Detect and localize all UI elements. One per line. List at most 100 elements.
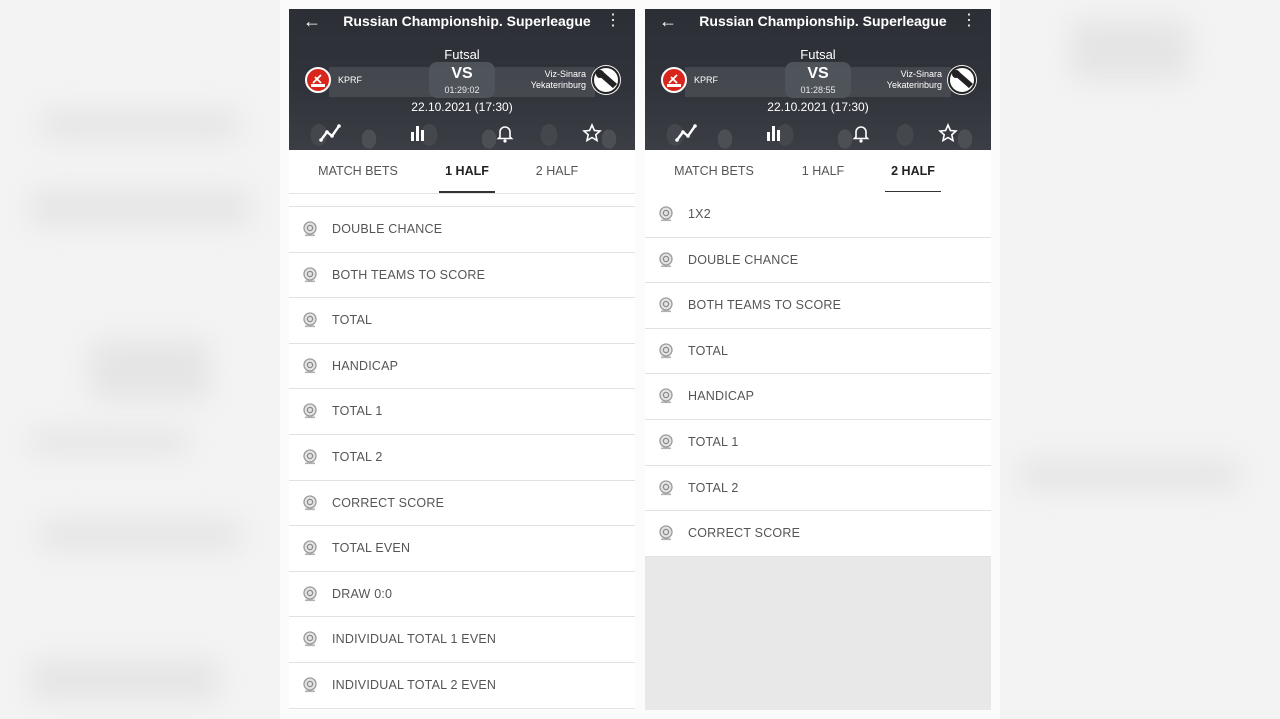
market-pin-icon (658, 434, 674, 450)
market-pin-icon (302, 586, 318, 602)
team2-name-line2: Yekaterinburg (886, 80, 942, 90)
market-row[interactable]: TOTAL 1 (289, 389, 635, 435)
market-pin-icon (658, 388, 674, 404)
team1-name: KPRF (694, 75, 719, 85)
match-date: 22.10.2021 (17:30) (767, 100, 869, 114)
market-row[interactable]: TOTAL EVEN (289, 526, 635, 572)
bell-icon[interactable] (852, 123, 876, 145)
match-date: 22.10.2021 (17:30) (411, 100, 513, 114)
header-actions (645, 122, 991, 145)
match-header: ← Russian Championship. Superleague ⋮ Fu… (289, 9, 635, 150)
page-title: Russian Championship. Superleague (699, 13, 947, 29)
tab-2-half[interactable]: 2 HALF (525, 150, 589, 194)
market-row[interactable]: DOUBLE CHANCE (289, 207, 635, 253)
team2-logo (591, 65, 621, 95)
sport-label: Futsal (444, 47, 480, 62)
team2-name-line2: Yekaterinburg (530, 80, 586, 90)
market-row[interactable]: TOTAL (289, 298, 635, 344)
more-vertical-icon[interactable]: ⋮ (961, 11, 977, 31)
star-icon[interactable] (582, 122, 606, 145)
line-chart-icon[interactable] (319, 123, 343, 145)
market-row[interactable]: TOTAL 2 (645, 465, 991, 512)
team2-name-line1: Viz-Sinara (544, 69, 586, 79)
market-label: 1X2 (688, 207, 711, 221)
market-label: CORRECT SCORE (688, 526, 801, 541)
tab-match-bets[interactable]: MATCH BETS (307, 150, 409, 194)
line-chart-icon[interactable] (675, 123, 699, 145)
tab-2-half[interactable]: 2 HALF (885, 150, 941, 194)
market-row[interactable]: BOTH TEAMS TO SCORE (289, 252, 635, 299)
more-vertical-icon[interactable]: ⋮ (605, 11, 621, 31)
market-tabs: MATCH BETS 1 HALF 2 HALF (645, 150, 991, 194)
tab-1-half[interactable]: 1 HALF (439, 150, 495, 194)
market-row[interactable]: DRAW 0:0 (289, 571, 635, 618)
star-icon[interactable] (938, 122, 962, 145)
team2-name: Viz-Sinara Yekaterinburg (531, 69, 586, 91)
bell-icon[interactable] (496, 123, 520, 145)
tab-match-bets[interactable]: MATCH BETS (663, 150, 765, 194)
vs-box: VS 01:28:55 (785, 62, 851, 98)
market-pin-icon (302, 494, 318, 511)
market-label: HANDICAP (332, 358, 399, 373)
market-label: TOTAL (688, 343, 729, 358)
market-list: DOUBLE CHANCE BOTH TEAMS TO SCORE TOTAL HAN… (289, 206, 635, 709)
market-row[interactable]: 1X2 (645, 192, 991, 238)
market-row[interactable]: CORRECT SCORE (289, 480, 635, 527)
market-label: DOUBLE CHANCE (688, 252, 799, 267)
market-row[interactable]: DOUBLE CHANCE (645, 237, 991, 284)
market-label: TOTAL 2 (332, 449, 383, 464)
market-label: HANDICAP (688, 389, 755, 404)
team2-name-line1: Viz-Sinara (900, 69, 942, 79)
market-list: 1X2 DOUBLE CHANCE BOTH TEAMS TO SCORE TOTAL… (645, 192, 991, 557)
market-label: TOTAL (332, 313, 373, 328)
market-pin-icon (302, 540, 318, 556)
countdown-timer: 01:28:55 (800, 85, 836, 95)
market-pin-icon (302, 449, 318, 465)
top-bar: ← Russian Championship. Superleague ⋮ (289, 9, 635, 35)
sport-label: Futsal (800, 47, 836, 62)
tab-1-half[interactable]: 1 HALF (795, 150, 851, 194)
market-row[interactable]: HANDICAP (645, 374, 991, 420)
market-row[interactable]: INDIVIDUAL TOTAL 2 EVEN (289, 662, 635, 709)
market-row[interactable]: TOTAL 2 (289, 434, 635, 481)
market-label: DOUBLE CHANCE (332, 222, 443, 236)
market-row[interactable]: CORRECT SCORE (645, 511, 991, 557)
team1-name: KPRF (338, 75, 363, 85)
market-row[interactable]: TOTAL 1 (645, 419, 991, 466)
team2-name: Viz-Sinara Yekaterinburg (887, 69, 942, 91)
market-label: DRAW 0:0 (332, 586, 393, 601)
vs-box: VS 01:29:02 (429, 62, 495, 98)
market-label: TOTAL EVEN (332, 541, 411, 556)
market-label: CORRECT SCORE (332, 495, 445, 510)
bar-chart-icon[interactable] (765, 123, 789, 145)
market-label: TOTAL 1 (688, 434, 739, 449)
arrow-left-icon[interactable]: ← (303, 11, 321, 31)
screen-1: ← Russian Championship. Superleague ⋮ Fu… (289, 9, 635, 710)
market-pin-icon (302, 631, 318, 647)
market-pin-icon (302, 403, 318, 419)
market-row[interactable]: TOTAL (645, 328, 991, 375)
market-tabs: MATCH BETS 1 HALF 2 HALF (289, 150, 635, 194)
countdown-timer: 01:29:02 (444, 85, 480, 95)
page-title: Russian Championship. Superleague (343, 13, 591, 29)
market-pin-icon (658, 343, 674, 359)
team2-logo (947, 65, 977, 95)
market-row[interactable]: BOTH TEAMS TO SCORE (645, 283, 991, 329)
market-pin-icon (658, 251, 674, 268)
market-pin-icon (302, 221, 318, 237)
top-bar: ← Russian Championship. Superleague ⋮ (645, 9, 991, 35)
market-label: BOTH TEAMS TO SCORE (332, 267, 486, 282)
bar-chart-icon[interactable] (409, 123, 433, 145)
vs-label: VS (807, 65, 829, 82)
team1-logo (305, 67, 331, 93)
screen-2: ← Russian Championship. Superleague ⋮ Fu… (645, 9, 991, 710)
market-label: INDIVIDUAL TOTAL 2 EVEN (332, 677, 497, 692)
market-row[interactable]: HANDICAP (289, 343, 635, 390)
arrow-left-icon[interactable]: ← (659, 11, 677, 31)
market-pin-icon (302, 312, 318, 328)
empty-area (645, 557, 991, 710)
market-label: BOTH TEAMS TO SCORE (688, 298, 842, 313)
market-pin-icon (302, 358, 318, 374)
market-row[interactable]: INDIVIDUAL TOTAL 1 EVEN (289, 617, 635, 663)
match-header: ← Russian Championship. Superleague ⋮ Fu… (645, 9, 991, 150)
